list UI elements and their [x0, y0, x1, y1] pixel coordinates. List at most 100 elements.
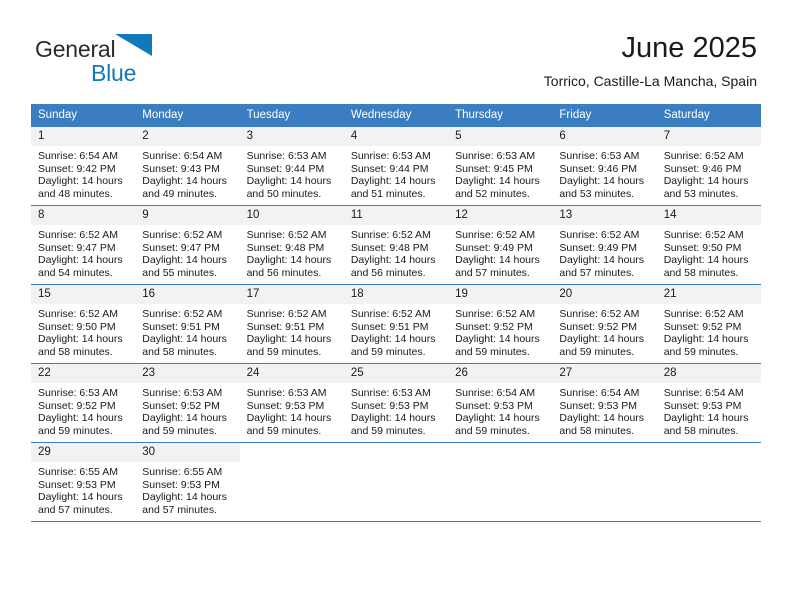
day-cell[interactable]: 25 Sunrise: 6:53 AM Sunset: 9:53 PM Dayligh… — [343, 363, 449, 443]
day-cell[interactable]: 12 Sunrise: 6:52 AM Sunset: 9:49 PM Dayligh… — [448, 205, 553, 285]
day-number: 27 — [552, 364, 657, 383]
brand-logo-top-row: General — [35, 34, 255, 62]
day-cell[interactable]: 9 Sunrise: 6:52 AM Sunset: 9:47 PM Daylight… — [135, 205, 240, 285]
page-header: General Blue June 2025 Torrico, Castille… — [0, 0, 792, 100]
day-number: 29 — [31, 443, 136, 462]
day-details: Sunrise: 6:53 AM Sunset: 9:46 PM Daylight:… — [552, 146, 656, 200]
day-cell[interactable]: 4 Sunrise: 6:53 AM Sunset: 9:44 PM Daylight… — [343, 126, 449, 206]
day-cell[interactable]: 14 Sunrise: 6:52 AM Sunset: 9:50 PM Dayligh… — [656, 205, 761, 285]
sunrise-text: Sunrise: 6:52 AM — [350, 229, 431, 241]
day-details: Sunrise: 6:52 AM Sunset: 9:52 PM Daylight:… — [657, 304, 761, 358]
day-cell[interactable]: 23 Sunrise: 6:53 AM Sunset: 9:52 PM Dayligh… — [135, 363, 240, 443]
day-number: 13 — [552, 206, 657, 225]
daylight-text-line2: and 58 minutes. — [559, 424, 635, 437]
day-cell[interactable]: 2 Sunrise: 6:54 AM Sunset: 9:43 PM Daylight… — [135, 126, 240, 206]
sunrise-text: Sunrise: 6:52 AM — [142, 229, 223, 241]
day-cell[interactable]: 8 Sunrise: 6:52 AM Sunset: 9:47 PM Daylight… — [31, 205, 136, 285]
brand-logo[interactable]: General Blue — [35, 34, 255, 86]
day-number: 26 — [448, 364, 553, 383]
day-cell[interactable]: 17 Sunrise: 6:52 AM Sunset: 9:51 PM Dayligh… — [239, 284, 344, 364]
sunrise-text: Sunrise: 6:53 AM — [350, 150, 431, 162]
sunrise-text: Sunrise: 6:53 AM — [38, 387, 118, 399]
daylight-text-line2: and 56 minutes. — [246, 266, 322, 279]
day-details: Sunrise: 6:53 AM Sunset: 9:45 PM Daylight:… — [448, 146, 552, 200]
day-details: Sunrise: 6:55 AM Sunset: 9:53 PM Daylight:… — [135, 462, 239, 516]
daylight-text-line1: Daylight: 14 hours — [455, 333, 540, 346]
day-details: Sunrise: 6:54 AM Sunset: 9:53 PM Daylight:… — [657, 383, 761, 437]
day-cell[interactable]: 15 Sunrise: 6:52 AM Sunset: 9:50 PM Dayligh… — [31, 284, 136, 364]
day-details: Sunrise: 6:53 AM Sunset: 9:44 PM Daylight:… — [240, 146, 344, 200]
day-details: Sunrise: 6:53 AM Sunset: 9:44 PM Daylight:… — [344, 146, 448, 200]
daylight-text-line2: and 59 minutes. — [350, 345, 426, 358]
day-cell[interactable]: 13 Sunrise: 6:52 AM Sunset: 9:49 PM Dayligh… — [552, 205, 657, 285]
day-number: 18 — [343, 285, 449, 304]
daylight-text-line1: Daylight: 14 hours — [455, 254, 540, 267]
day-cell[interactable]: 29 Sunrise: 6:55 AM Sunset: 9:53 PM Dayligh… — [31, 442, 136, 522]
day-cell[interactable]: 1 Sunrise: 6:54 AM Sunset: 9:42 PM Daylight… — [31, 126, 136, 206]
sunrise-text: Sunrise: 6:52 AM — [350, 308, 431, 320]
day-number: 28 — [656, 364, 761, 383]
day-number: 19 — [448, 285, 553, 304]
sunset-text: Sunset: 9:48 PM — [350, 241, 429, 254]
daylight-text-line2: and 57 minutes. — [559, 266, 635, 279]
sunrise-text: Sunrise: 6:52 AM — [455, 229, 536, 241]
sunset-text: Sunset: 9:44 PM — [246, 162, 325, 175]
daylight-text-line2: and 49 minutes. — [142, 187, 217, 200]
day-cell[interactable]: 30 Sunrise: 6:55 AM Sunset: 9:53 PM Dayligh… — [135, 442, 240, 522]
daylight-text-line1: Daylight: 14 hours — [663, 254, 749, 267]
day-cell[interactable]: 3 Sunrise: 6:53 AM Sunset: 9:44 PM Daylight… — [239, 126, 344, 206]
sunrise-text: Sunrise: 6:52 AM — [559, 229, 640, 241]
day-cell[interactable]: 6 Sunrise: 6:53 AM Sunset: 9:46 PM Daylight… — [552, 126, 657, 206]
brand-name-blue: Blue — [91, 60, 137, 86]
day-cell[interactable]: 5 Sunrise: 6:53 AM Sunset: 9:45 PM Daylight… — [448, 126, 553, 206]
day-details: Sunrise: 6:52 AM Sunset: 9:51 PM Daylight:… — [135, 304, 239, 358]
day-number: 20 — [552, 285, 657, 304]
day-cell[interactable]: 11 Sunrise: 6:52 AM Sunset: 9:48 PM Dayligh… — [343, 205, 449, 285]
daylight-text-line2: and 53 minutes. — [559, 187, 635, 200]
day-cell[interactable]: 20 Sunrise: 6:52 AM Sunset: 9:52 PM Dayligh… — [552, 284, 657, 364]
daylight-text-line2: and 54 minutes. — [38, 266, 113, 279]
daylight-text-line2: and 55 minutes. — [142, 266, 217, 279]
daylight-text-line1: Daylight: 14 hours — [142, 412, 227, 425]
day-cell[interactable]: 22 Sunrise: 6:53 AM Sunset: 9:52 PM Dayligh… — [31, 363, 136, 443]
daylight-text-line1: Daylight: 14 hours — [38, 412, 123, 425]
day-number — [552, 443, 657, 462]
day-cell[interactable]: 21 Sunrise: 6:52 AM Sunset: 9:52 PM Dayligh… — [656, 284, 761, 364]
day-cell-empty — [656, 442, 761, 522]
day-cell[interactable]: 27 Sunrise: 6:54 AM Sunset: 9:53 PM Dayligh… — [552, 363, 657, 443]
sunset-text: Sunset: 9:48 PM — [246, 241, 325, 254]
day-cell[interactable]: 18 Sunrise: 6:52 AM Sunset: 9:51 PM Dayligh… — [343, 284, 449, 364]
sunrise-text: Sunrise: 6:55 AM — [38, 466, 118, 478]
day-number: 5 — [448, 127, 553, 146]
day-details: Sunrise: 6:52 AM Sunset: 9:50 PM Daylight:… — [657, 225, 761, 279]
day-cell[interactable]: 16 Sunrise: 6:52 AM Sunset: 9:51 PM Dayligh… — [135, 284, 240, 364]
weekday-header-sunday: Sunday — [31, 104, 136, 127]
daylight-text-line1: Daylight: 14 hours — [663, 175, 749, 188]
day-cell[interactable]: 19 Sunrise: 6:52 AM Sunset: 9:52 PM Dayligh… — [448, 284, 553, 364]
calendar-page: General Blue June 2025 Torrico, Castille… — [0, 0, 792, 612]
day-number: 6 — [552, 127, 657, 146]
sunrise-text: Sunrise: 6:52 AM — [663, 308, 744, 320]
daylight-text-line1: Daylight: 14 hours — [38, 333, 123, 346]
day-number: 21 — [656, 285, 761, 304]
daylight-text-line1: Daylight: 14 hours — [142, 175, 227, 188]
day-details: Sunrise: 6:55 AM Sunset: 9:53 PM Daylight:… — [31, 462, 135, 516]
day-cell[interactable]: 28 Sunrise: 6:54 AM Sunset: 9:53 PM Dayligh… — [656, 363, 761, 443]
day-cell-empty — [343, 442, 449, 522]
day-number: 17 — [239, 285, 344, 304]
daylight-text-line1: Daylight: 14 hours — [38, 491, 123, 504]
day-cell[interactable]: 10 Sunrise: 6:52 AM Sunset: 9:48 PM Dayligh… — [239, 205, 344, 285]
day-details: Sunrise: 6:52 AM Sunset: 9:52 PM Daylight:… — [552, 304, 656, 358]
day-number — [448, 443, 553, 462]
page-title: June 2025 — [621, 32, 757, 64]
day-details: Sunrise: 6:54 AM Sunset: 9:42 PM Daylight:… — [31, 146, 135, 200]
day-details: Sunrise: 6:53 AM Sunset: 9:53 PM Daylight:… — [240, 383, 344, 437]
day-number: 15 — [31, 285, 136, 304]
daylight-text-line2: and 56 minutes. — [350, 266, 426, 279]
daylight-text-line2: and 51 minutes. — [350, 187, 426, 200]
calendar-week-row: 15 Sunrise: 6:52 AM Sunset: 9:50 PM Dayligh… — [31, 284, 761, 364]
day-cell[interactable]: 26 Sunrise: 6:54 AM Sunset: 9:53 PM Dayligh… — [448, 363, 553, 443]
day-cell[interactable]: 24 Sunrise: 6:53 AM Sunset: 9:53 PM Dayligh… — [239, 363, 344, 443]
day-cell[interactable]: 7 Sunrise: 6:52 AM Sunset: 9:46 PM Daylight… — [656, 126, 761, 206]
day-number: 24 — [239, 364, 344, 383]
